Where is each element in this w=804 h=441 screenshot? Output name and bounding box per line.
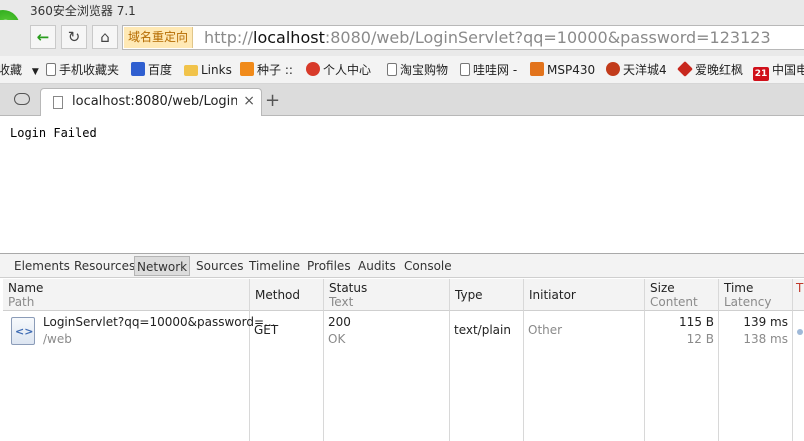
request-name-cell[interactable]: LoginServlet?qq=10000&password=... /web — [43, 315, 276, 346]
tab-audits[interactable]: Audits — [356, 256, 398, 276]
tab-timeline[interactable]: Timeline — [247, 256, 302, 276]
page-icon — [460, 63, 470, 76]
url-path: :8080/web/LoginServlet?qq=10000&password… — [324, 28, 771, 47]
column-header-timeline[interactable]: T — [793, 279, 804, 311]
column-header-method[interactable]: Method — [250, 279, 324, 311]
tab-strip: localhost:8080/web/LoginSe × + — [0, 84, 804, 116]
request-content-size: 12 B — [686, 332, 714, 346]
bookmark-personal-center[interactable]: 个人中心 — [306, 62, 371, 78]
close-icon[interactable]: × — [243, 93, 255, 109]
request-time-cell: 139 ms 138 ms — [723, 315, 788, 346]
home-button[interactable]: ⌂ — [92, 25, 118, 49]
column-header-initiator[interactable]: Initiator — [524, 279, 645, 311]
bookmark-taobao[interactable]: 淘宝购物 — [387, 62, 448, 78]
bookmark-favorites[interactable]: 收藏 ▼ — [0, 62, 39, 78]
tab-elements[interactable]: Elements — [12, 256, 72, 276]
tab-title: localhost:8080/web/LoginSe — [72, 94, 237, 109]
page-content: Login Failed — [0, 117, 804, 253]
tab-profiles[interactable]: Profiles — [305, 256, 353, 276]
bookmark-label: 天洋城4 — [623, 63, 667, 77]
request-path: /web — [43, 332, 72, 346]
navigation-bar: ← ↻ ⌂ 域名重定向 http://localhost:8080/web/Lo… — [0, 20, 804, 56]
column-header-name[interactable]: Name Path — [3, 279, 250, 311]
chevron-down-icon[interactable]: ▼ — [32, 67, 39, 77]
address-bar[interactable]: 域名重定向 http://localhost:8080/web/LoginSer… — [122, 25, 804, 50]
request-method: GET — [254, 323, 279, 337]
column-header-status[interactable]: Status Text — [324, 279, 450, 311]
cloud-icon[interactable] — [14, 93, 30, 105]
maple-icon — [677, 61, 693, 77]
msp-icon — [530, 62, 544, 76]
request-type: text/plain — [454, 323, 511, 337]
tab-localhost[interactable]: localhost:8080/web/LoginSe × — [40, 88, 262, 116]
bookmark-wawa[interactable]: 哇哇网 - — [460, 62, 517, 78]
bookmark-label: 哇哇网 - — [473, 63, 518, 77]
request-status-cell: 200 OK — [328, 315, 351, 346]
bookmark-msp430[interactable]: MSP430 — [530, 62, 595, 78]
request-size: 115 B — [679, 315, 714, 329]
column-header-size[interactable]: Size Content — [645, 279, 719, 311]
refresh-button[interactable]: ↻ — [61, 25, 87, 49]
bookmark-tianyang[interactable]: 天洋城4 — [606, 62, 667, 78]
back-button[interactable]: ← — [30, 25, 56, 49]
new-tab-button[interactable]: + — [265, 90, 280, 111]
bookmark-baidu[interactable]: 百度 — [131, 62, 172, 78]
login-message: Login Failed — [10, 126, 97, 140]
weibo-icon — [306, 62, 320, 76]
bookmark-mobile-favorites[interactable]: 手机收藏夹 — [46, 62, 119, 78]
tab-console[interactable]: Console — [402, 256, 454, 276]
request-initiator[interactable]: Other — [528, 323, 562, 337]
request-size-cell: 115 B 12 B — [649, 315, 714, 346]
window-title: 360安全浏览器 7.1 — [30, 4, 136, 18]
request-time: 139 ms — [743, 315, 788, 329]
column-header-time[interactable]: Time Latency — [719, 279, 793, 311]
bookmark-label: Links — [201, 63, 232, 77]
bookmark-label: MSP430 — [547, 63, 596, 77]
devtools-tab-bar: Elements Resources Network Sources Timel… — [0, 254, 804, 278]
bookmark-label: 淘宝购物 — [400, 63, 449, 77]
bookmark-label: 中国电 — [772, 63, 804, 77]
column-header-type[interactable]: Type — [450, 279, 524, 311]
bookmark-label: 种子 :: — [257, 63, 293, 77]
page-icon — [46, 63, 56, 76]
document-icon: <> — [11, 317, 35, 345]
devtools-panel: Elements Resources Network Sources Timel… — [0, 253, 804, 441]
tianyang-icon — [606, 62, 620, 76]
folder-icon — [184, 65, 198, 76]
tab-sources[interactable]: Sources — [194, 256, 245, 276]
bookmark-label: 百度 — [148, 63, 173, 77]
url-text[interactable]: http://localhost:8080/web/LoginServlet?q… — [204, 28, 771, 47]
bookmark-aiwan[interactable]: 爱晚红枫 — [677, 61, 744, 78]
bookmark-label: 手机收藏夹 — [59, 63, 120, 77]
request-status-text: OK — [328, 332, 346, 346]
21-icon: 21 — [753, 67, 769, 81]
bookmark-label: 个人中心 — [323, 63, 372, 77]
bookmark-label: 收藏 — [0, 63, 23, 77]
domain-redirect-badge[interactable]: 域名重定向 — [124, 27, 194, 48]
bookmark-seeds[interactable]: 种子 :: — [240, 62, 293, 78]
network-grid: Name Path Method Status Text Type Initia… — [3, 279, 804, 441]
request-status: 200 — [328, 315, 351, 329]
page-icon — [387, 63, 397, 76]
swu-icon — [240, 62, 254, 76]
request-latency: 138 ms — [743, 332, 788, 346]
timeline-bar — [797, 329, 803, 335]
table-row[interactable]: <> LoginServlet?qq=10000&password=... /w… — [3, 311, 804, 351]
bookmark-china-telecom[interactable]: 21 中国电 — [753, 62, 804, 81]
bookmark-label: 爱晚红枫 — [695, 63, 744, 77]
url-host: localhost — [253, 28, 325, 47]
title-bar: e 360安全浏览器 7.1 — [0, 0, 804, 44]
url-scheme: http:// — [204, 28, 254, 47]
baidu-icon — [131, 62, 145, 76]
request-name: LoginServlet?qq=10000&password=... — [43, 315, 276, 329]
bookmarks-bar: 收藏 ▼ 手机收藏夹 百度 Links 种子 :: 个人中心 淘宝购物 哇哇网 … — [0, 56, 804, 84]
tab-network[interactable]: Network — [134, 256, 191, 276]
tab-resources[interactable]: Resources — [72, 256, 137, 276]
bookmark-links[interactable]: Links — [184, 62, 232, 78]
page-icon — [53, 96, 63, 109]
